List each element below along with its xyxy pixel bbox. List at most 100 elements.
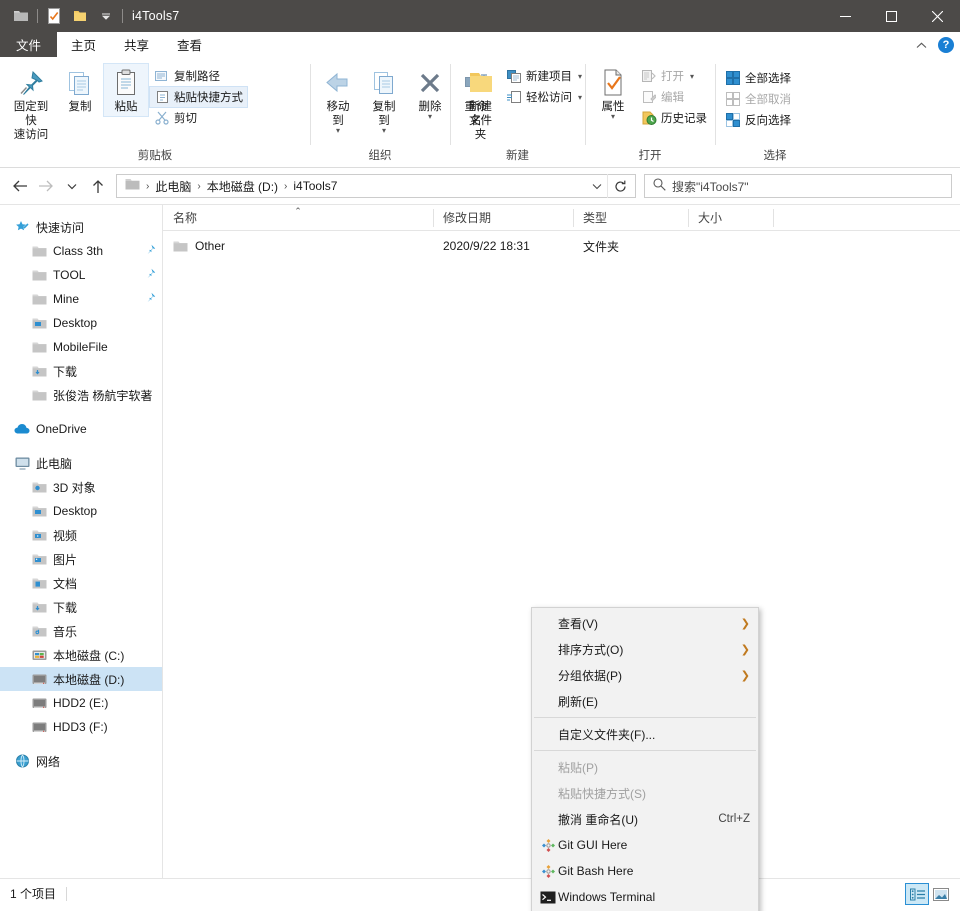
search-input[interactable]: 搜索"i4Tools7" [672, 178, 749, 195]
sidebar-item-pictures[interactable]: 图片 [0, 547, 162, 571]
context-menu: 查看(V) ❯ 排序方式(O) ❯ 分组依据(P) ❯ 刷新(E) 自定义文件夹… [531, 607, 759, 911]
folder-yellow-icon[interactable] [67, 3, 93, 29]
close-button[interactable] [914, 0, 960, 32]
table-row[interactable]: Other 2020/9/22 18:31 文件夹 [163, 235, 960, 257]
recent-locations-button[interactable] [60, 174, 84, 198]
pin-icon[interactable] [144, 292, 156, 307]
new-item-button[interactable]: 新建项目 ▾ [502, 66, 586, 86]
column-header-blank[interactable] [773, 205, 960, 231]
context-menu-item-undo-rename[interactable]: 撤消 重命名(U) Ctrl+Z [532, 806, 758, 832]
sidebar-item-desktop[interactable]: Desktop [0, 499, 162, 523]
sidebar-item-drive-f[interactable]: HDD3 (F:) [0, 715, 162, 739]
sidebar-item-downloads[interactable]: 下载 [0, 595, 162, 619]
file-list-pane: ⌃ 名称 修改日期 类型 大小 Other 2020/9/22 18:31 文件… [163, 205, 960, 911]
address-bar[interactable]: › 此电脑 › 本地磁盘 (D:) › i4Tools7 [116, 174, 636, 198]
help-icon[interactable]: ? [938, 37, 954, 53]
sidebar-item-tool[interactable]: TOOL [0, 263, 162, 287]
copy-to-button[interactable]: 复制到 ▾ [362, 64, 406, 136]
pin-icon[interactable] [144, 268, 156, 283]
maximize-button[interactable] [868, 0, 914, 32]
breadcrumb-item-this-pc[interactable]: 此电脑 [151, 176, 195, 197]
downloads-folder-icon [31, 363, 47, 379]
breadcrumb-item-drive-d[interactable]: 本地磁盘 (D:) [203, 176, 282, 197]
address-dropdown-icon[interactable] [587, 175, 607, 197]
history-button[interactable]: 历史记录 [637, 108, 711, 128]
details-view-button[interactable] [905, 883, 929, 905]
context-menu-item-git-bash-here[interactable]: Git Bash Here [532, 858, 758, 884]
minimize-button[interactable] [822, 0, 868, 32]
context-menu-item-customize-folder[interactable]: 自定义文件夹(F)... [532, 721, 758, 747]
properties-button[interactable]: 属性 ▾ [591, 64, 635, 122]
context-menu-item-refresh[interactable]: 刷新(E) [532, 688, 758, 714]
column-header-date-modified[interactable]: 修改日期 [433, 205, 573, 231]
sidebar-item-desktop-qa[interactable]: Desktop [0, 311, 162, 335]
sidebar-item-zhangjunhao[interactable]: 张俊浩 杨航宇软著 [0, 383, 162, 407]
tab-home[interactable]: 主页 [57, 32, 110, 57]
column-header-name[interactable]: ⌃ 名称 [163, 205, 433, 231]
ribbon-group-organize: 移动到 ▾ 复制到 ▾ 删除 ▾ 重命名 组织 [310, 58, 488, 167]
tab-file[interactable]: 文件 [0, 32, 58, 57]
tab-view[interactable]: 查看 [163, 32, 216, 57]
context-menu-item-view[interactable]: 查看(V) ❯ [532, 610, 758, 636]
customize-caret-icon[interactable] [93, 3, 119, 29]
sidebar-item-mobilefile[interactable]: MobileFile [0, 335, 162, 359]
easy-access-button[interactable]: 轻松访问 ▾ [502, 87, 586, 107]
sidebar-item-drive-e[interactable]: HDD2 (E:) [0, 691, 162, 715]
open-button[interactable]: 打开 ▾ [637, 66, 711, 86]
sidebar-item-drive-c[interactable]: 本地磁盘 (C:) [0, 643, 162, 667]
menu-item-label: 查看(V) [558, 616, 598, 631]
column-header-size[interactable]: 大小 [688, 205, 773, 231]
paste-label: 粘贴 [114, 101, 138, 113]
chevron-up-icon[interactable] [912, 36, 930, 54]
move-to-button[interactable]: 移动到 ▾ [316, 64, 360, 136]
sidebar-group-quick-access[interactable]: 快速访问 [0, 215, 162, 239]
copy-path-icon [154, 68, 170, 84]
forward-button[interactable] [34, 174, 58, 198]
sidebar-item-class-3th[interactable]: Class 3th [0, 239, 162, 263]
copy-button[interactable]: 复制 [58, 64, 102, 116]
sidebar-item-mine[interactable]: Mine [0, 287, 162, 311]
select-none-button[interactable]: 全部取消 [721, 89, 795, 109]
context-menu-item-windows-terminal[interactable]: Windows Terminal [532, 884, 758, 910]
paste-button[interactable]: 粘贴 [103, 63, 149, 117]
context-menu-item-group-by[interactable]: 分组依据(P) ❯ [532, 662, 758, 688]
sidebar-item-drive-d[interactable]: 本地磁盘 (D:) [0, 667, 162, 691]
ribbon-tabs-right: ? [912, 32, 954, 58]
sidebar-item-downloads-qa[interactable]: 下载 [0, 359, 162, 383]
breadcrumb-separator: › [284, 180, 288, 192]
paste-shortcut-button[interactable]: 粘贴快捷方式 [149, 86, 248, 108]
sidebar-group-this-pc[interactable]: 此电脑 [0, 451, 162, 475]
address-root-icon[interactable] [121, 176, 144, 196]
invert-selection-button[interactable]: 反向选择 [721, 110, 795, 130]
edit-button[interactable]: 编辑 [637, 87, 711, 107]
up-button[interactable] [86, 174, 110, 198]
checklist-icon[interactable] [41, 3, 67, 29]
pin-to-quick-access-button[interactable]: 固定到快 速访问 [6, 64, 56, 144]
context-menu-item-sort-by[interactable]: 排序方式(O) ❯ [532, 636, 758, 662]
cut-button[interactable]: 剪切 [150, 108, 247, 128]
sidebar-item-music[interactable]: 音乐 [0, 619, 162, 643]
new-folder-button[interactable]: 新建 文件夹 [456, 64, 500, 144]
large-icons-view-button[interactable] [930, 884, 952, 904]
copy-path-button[interactable]: 复制路径 [150, 66, 247, 86]
tab-share[interactable]: 共享 [110, 32, 163, 57]
delete-button[interactable]: 删除 ▾ [408, 64, 452, 122]
sidebar-group-onedrive[interactable]: OneDrive [0, 417, 162, 441]
sidebar-item-videos[interactable]: 视频 [0, 523, 162, 547]
menu-item-label: Git GUI Here [558, 838, 628, 852]
ribbon-group-label-organize: 组织 [368, 150, 392, 162]
select-all-button[interactable]: 全部选择 [721, 68, 795, 88]
edit-label: 编辑 [661, 92, 684, 104]
column-header-type[interactable]: 类型 [573, 205, 688, 231]
sidebar-item-documents[interactable]: 文档 [0, 571, 162, 595]
sidebar-group-network[interactable]: 网络 [0, 749, 162, 773]
context-menu-item-git-gui-here[interactable]: Git GUI Here [532, 832, 758, 858]
pin-icon[interactable] [144, 244, 156, 259]
back-button[interactable] [8, 174, 32, 198]
folder-icon[interactable] [8, 3, 34, 29]
refresh-button[interactable] [607, 174, 633, 198]
folder-gray-icon [31, 291, 47, 307]
sidebar-item-3d-objects[interactable]: 3D 对象 [0, 475, 162, 499]
search-box[interactable]: 搜索"i4Tools7" [644, 174, 952, 198]
breadcrumb-item-i4tools7[interactable]: i4Tools7 [289, 177, 341, 195]
